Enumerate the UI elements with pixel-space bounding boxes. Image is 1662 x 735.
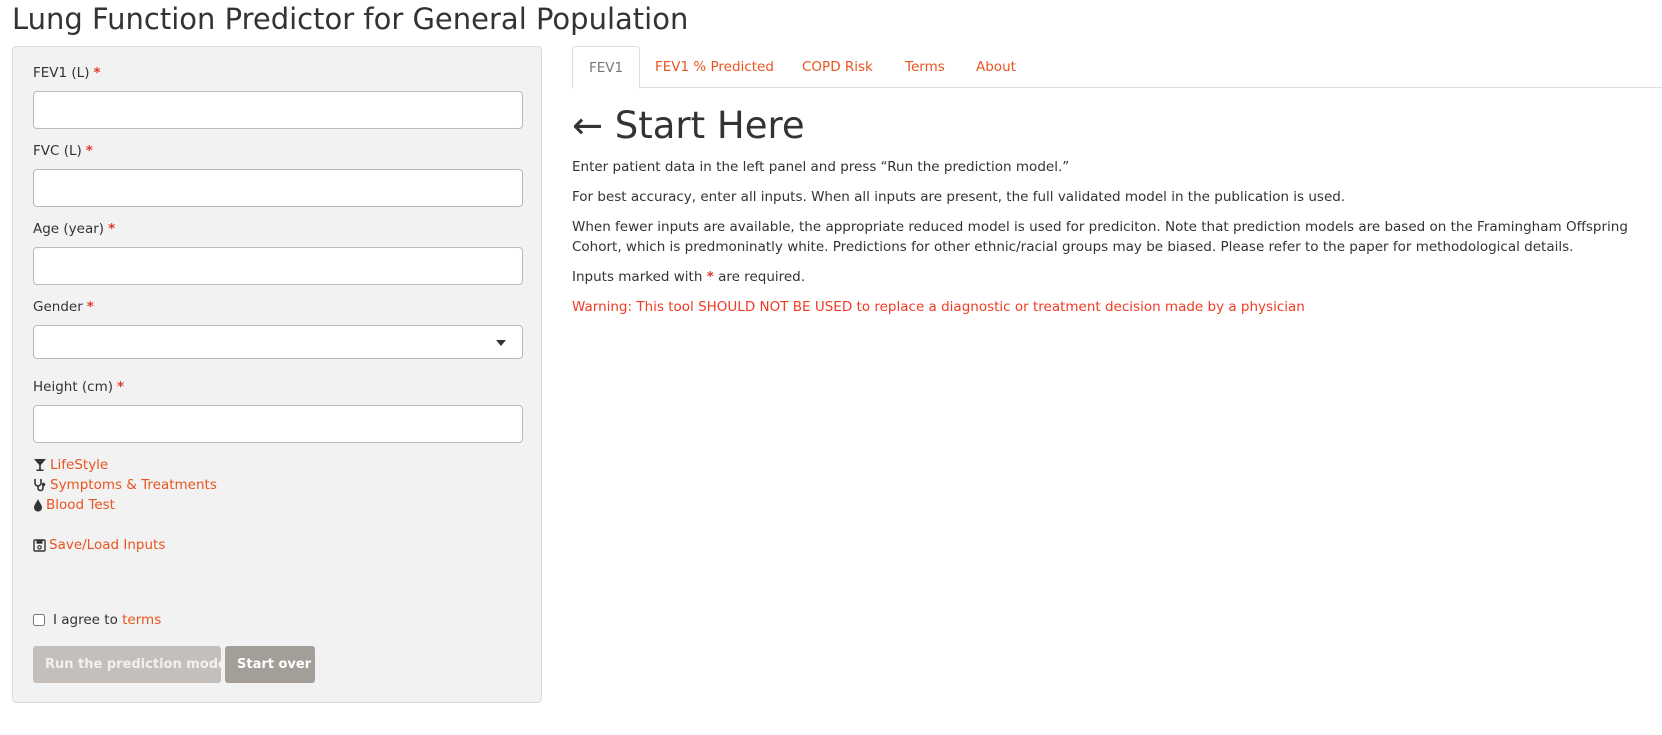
blood-test-link[interactable]: Blood Test [33,497,115,513]
required-mark: * [706,269,714,285]
terms-link[interactable]: terms [122,612,161,628]
height-label-text: Height (cm) [33,379,114,395]
save-load-link[interactable]: Save/Load Inputs [33,537,165,553]
required-note: Inputs marked with * are required. [572,267,1662,287]
fvc-label: FVC (L) * [33,143,93,159]
drop-icon [34,499,42,512]
agree-terms: I agree to terms [33,612,161,628]
required-note-after: are required. [718,269,806,285]
age-input[interactable] [33,247,523,285]
floppy-disk-icon [33,538,46,552]
fev1-label-text: FEV1 (L) [33,65,90,81]
gender-label-text: Gender [33,299,83,315]
agree-checkbox[interactable] [33,614,45,626]
tab-terms[interactable]: Terms [905,46,945,88]
required-mark: * [86,299,94,315]
symptoms-treatments-link[interactable]: Symptoms & Treatments [33,477,217,493]
tab-fev1-predicted[interactable]: FEV1 % Predicted [655,46,774,88]
symptoms-treatments-label: Symptoms & Treatments [50,477,217,493]
required-mark: * [117,379,125,395]
reduced-model-text: When fewer inputs are available, the app… [572,219,1628,255]
fev1-label: FEV1 (L) * [33,65,101,81]
fvc-input[interactable] [33,169,523,207]
lifestyle-link[interactable]: LifeStyle [33,457,108,473]
accuracy-text: For best accuracy, enter all inputs. Whe… [572,189,1346,205]
run-prediction-button[interactable]: Run the prediction model [33,646,231,683]
height-label: Height (cm) * [33,379,124,395]
fev1-input[interactable] [33,91,523,129]
instructions-text: Enter patient data in the left panel and… [572,159,1070,175]
required-mark: * [85,143,93,159]
blood-test-label: Blood Test [46,497,115,513]
input-sidebar: FEV1 (L) * FVC (L) * Age (year) * Gender * H… [12,46,542,703]
start-here-heading: ← Start Here [572,104,805,147]
save-load-label: Save/Load Inputs [49,537,166,553]
gender-select[interactable] [33,325,523,359]
tab-bar: FEV1 FEV1 % Predicted COPD Risk Terms Ab… [572,46,1662,89]
lifestyle-label: LifeStyle [50,457,109,473]
warning-text: Warning: This tool SHOULD NOT BE USED to… [572,299,1305,315]
agree-text: I agree to [53,612,118,628]
page-title: Lung Function Predictor for General Popu… [12,2,689,36]
age-label-text: Age (year) [33,221,105,237]
fvc-label-text: FVC (L) [33,143,82,159]
required-mark: * [108,221,116,237]
gender-label: Gender * [33,299,94,315]
tab-fev1[interactable]: FEV1 [572,46,641,89]
glass-icon [34,459,46,471]
required-note-before: Inputs marked with [572,269,703,285]
age-label: Age (year) * [33,221,115,237]
chevron-down-icon [496,340,506,346]
height-input[interactable] [33,405,523,443]
tab-copd-risk[interactable]: COPD Risk [802,46,873,88]
stethoscope-icon [34,479,46,492]
start-over-button[interactable]: Start over [225,646,315,683]
tab-about[interactable]: About [976,46,1016,88]
required-mark: * [93,65,101,81]
